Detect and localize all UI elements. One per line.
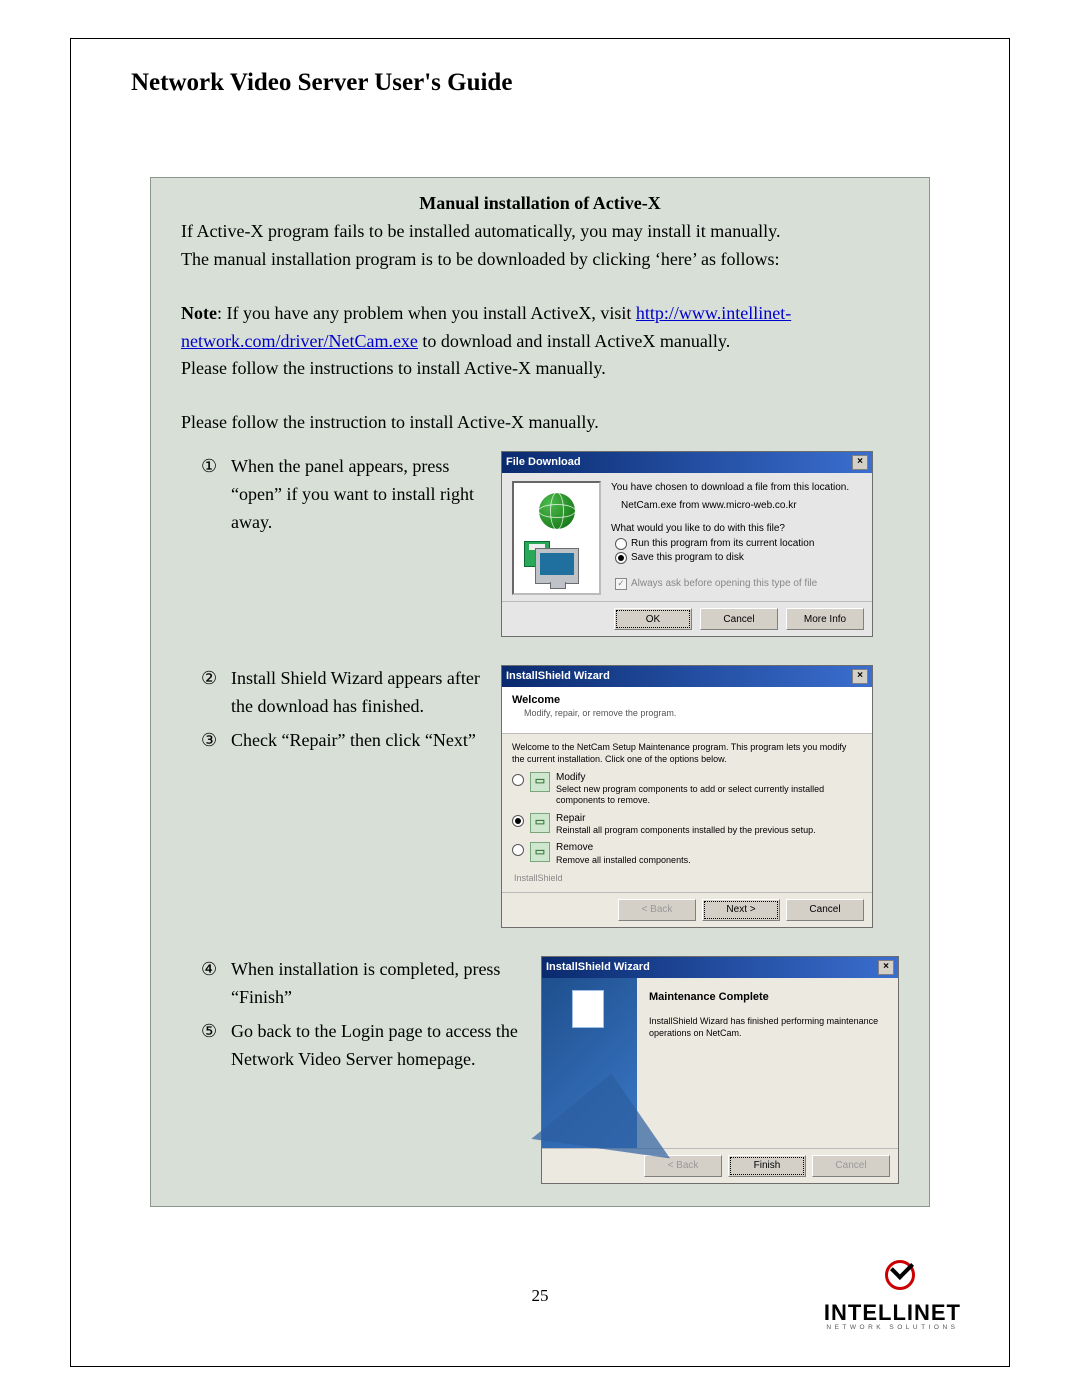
option-run[interactable]: Run this program from its current locati… xyxy=(615,537,862,551)
step-1-body: When the panel appears, press “open” if … xyxy=(231,453,481,537)
download-question: What would you like to do with this file… xyxy=(611,522,862,536)
more-info-button[interactable]: More Info xyxy=(786,608,864,630)
instruction-intro: Please follow the instruction to install… xyxy=(181,409,899,437)
wizard-side-graphic xyxy=(542,978,637,1148)
note-text-1: : If you have any problem when you insta… xyxy=(217,303,636,323)
back-button[interactable]: < Back xyxy=(644,1155,722,1177)
step-row-3: ④ When installation is completed, press … xyxy=(181,956,899,1184)
wizard-header: Welcome Modify, repair, or remove the pr… xyxy=(502,687,872,734)
monitor-icon xyxy=(535,548,579,584)
logo-brand: INTELLINET xyxy=(824,1300,961,1326)
close-icon[interactable]: × xyxy=(852,669,868,684)
file-download-title: File Download xyxy=(506,454,581,471)
note-line-2: Please follow the instructions to instal… xyxy=(181,355,899,383)
modify-icon: ▭ xyxy=(530,772,550,792)
wizard-title: Welcome xyxy=(512,693,862,707)
instruction-block: Please follow the instruction to install… xyxy=(181,409,899,1184)
close-icon[interactable]: × xyxy=(878,960,894,975)
download-line-1: You have chosen to download a file from … xyxy=(611,481,862,495)
repair-icon: ▭ xyxy=(530,813,550,833)
footer-logo: INTELLINET NETWORK SOLUTIONS xyxy=(824,1260,961,1331)
radio-icon xyxy=(615,538,627,550)
logo-tagline: NETWORK SOLUTIONS xyxy=(824,1324,961,1331)
sheet-icon xyxy=(572,990,604,1028)
wizard-intro: Welcome to the NetCam Setup Maintenance … xyxy=(512,742,858,765)
page: Network Video Server User's Guide Manual… xyxy=(0,0,1080,1397)
installshield-complete-title: InstallShield Wizard xyxy=(546,959,650,976)
cancel-button[interactable]: Cancel xyxy=(812,1155,890,1177)
intro-line-1: If Active-X program fails to be installe… xyxy=(181,218,899,246)
step-3-number: ③ xyxy=(201,727,223,755)
installshield-title: InstallShield Wizard xyxy=(506,668,610,685)
option-run-label: Run this program from its current locati… xyxy=(631,537,814,551)
installshield-complete-dialog: InstallShield Wizard × Maintenance Compl… xyxy=(541,956,899,1184)
download-text: You have chosen to download a file from … xyxy=(611,481,862,595)
next-button[interactable]: Next > xyxy=(702,899,780,921)
remove-desc: Remove all installed components. xyxy=(556,855,691,865)
page-border: Network Video Server User's Guide Manual… xyxy=(70,38,1010,1367)
repair-desc: Reinstall all program components install… xyxy=(556,825,816,835)
option-repair[interactable]: ▭ Repair Reinstall all program component… xyxy=(512,813,858,837)
step-4-number: ④ xyxy=(201,956,223,1012)
note-block: Note: If you have any problem when you i… xyxy=(181,300,899,384)
step-2-3-text: ② Install Shield Wizard appears after th… xyxy=(181,665,481,755)
complete-heading: Maintenance Complete xyxy=(649,990,886,1005)
file-download-titlebar: File Download × xyxy=(502,452,872,473)
back-button[interactable]: < Back xyxy=(618,899,696,921)
installshield-options-dialog: InstallShield Wizard × Welcome Modify, r… xyxy=(501,665,873,928)
file-download-dialog: File Download × You have chosen to downl… xyxy=(501,451,873,637)
note-text-2: to download and install ActiveX manually… xyxy=(418,331,730,351)
installshield-titlebar: InstallShield Wizard × xyxy=(502,666,872,687)
radio-icon xyxy=(615,552,627,564)
step-row-2: ② Install Shield Wizard appears after th… xyxy=(181,665,899,928)
step-5-number: ⑤ xyxy=(201,1018,223,1074)
step-2-number: ② xyxy=(201,665,223,721)
option-remove[interactable]: ▭ Remove Remove all installed components… xyxy=(512,842,858,866)
option-always-label: Always ask before opening this type of f… xyxy=(631,577,817,591)
installshield-complete-titlebar: InstallShield Wizard × xyxy=(542,957,898,978)
option-save-label: Save this program to disk xyxy=(631,551,744,565)
modify-desc: Select new program components to add or … xyxy=(556,784,824,805)
instruction-panel: Manual installation of Active-X If Activ… xyxy=(150,177,930,1207)
option-save[interactable]: Save this program to disk xyxy=(615,551,862,565)
radio-icon xyxy=(512,815,524,827)
step-2-body: Install Shield Wizard appears after the … xyxy=(231,665,481,721)
close-icon[interactable]: × xyxy=(852,455,868,470)
repair-label: Repair xyxy=(556,813,585,824)
step-1-text: ① When the panel appears, press “open” i… xyxy=(181,451,481,537)
note-label: Note xyxy=(181,303,217,323)
complete-desc: InstallShield Wizard has finished perfor… xyxy=(649,1015,886,1039)
step-3-body: Check “Repair” then click “Next” xyxy=(231,727,481,755)
intro-line-2: The manual installation program is to be… xyxy=(181,246,899,274)
wizard-brand-label: InstallShield xyxy=(514,872,858,886)
option-always-ask[interactable]: ✓ Always ask before opening this type of… xyxy=(615,577,862,591)
step-1-number: ① xyxy=(201,453,223,537)
finish-button[interactable]: Finish xyxy=(728,1155,806,1177)
download-graphic xyxy=(512,481,601,595)
step-4-body: When installation is completed, press “F… xyxy=(231,956,521,1012)
checkbox-icon: ✓ xyxy=(615,578,627,590)
modify-label: Modify xyxy=(556,772,585,783)
radio-icon xyxy=(512,774,524,786)
download-line-2: NetCam.exe from www.micro-web.co.kr xyxy=(621,499,862,513)
step-4-5-text: ④ When installation is completed, press … xyxy=(181,956,521,1074)
document-title: Network Video Server User's Guide xyxy=(131,69,949,97)
radio-icon xyxy=(512,844,524,856)
remove-label: Remove xyxy=(556,842,593,853)
logo-mark xyxy=(869,1260,915,1298)
remove-icon: ▭ xyxy=(530,842,550,862)
step-5-body: Go back to the Login page to access the … xyxy=(231,1018,521,1074)
panel-heading: Manual installation of Active-X xyxy=(181,190,899,218)
ok-button[interactable]: OK xyxy=(614,608,692,630)
cancel-button[interactable]: Cancel xyxy=(700,608,778,630)
option-modify[interactable]: ▭ Modify Select new program components t… xyxy=(512,772,858,807)
globe-icon xyxy=(539,493,575,529)
cancel-button[interactable]: Cancel xyxy=(786,899,864,921)
step-row-1: ① When the panel appears, press “open” i… xyxy=(181,451,899,637)
wizard-subtitle: Modify, repair, or remove the program. xyxy=(524,708,862,720)
